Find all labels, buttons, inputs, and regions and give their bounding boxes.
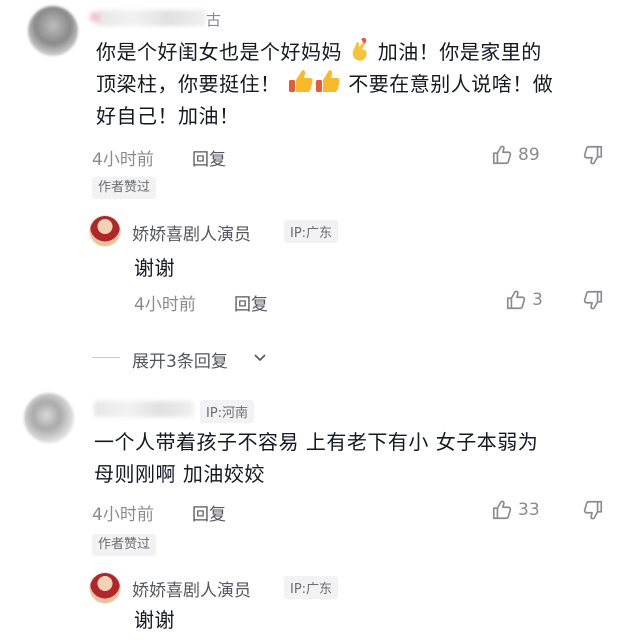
chevron-down-icon[interactable] xyxy=(252,350,268,366)
reply-text: 谢谢 xyxy=(134,256,175,280)
like-count-2: 33 xyxy=(518,500,540,520)
reply-author-name[interactable]: 娇娇喜剧人演员 xyxy=(132,220,251,245)
comment-line-2: 顶梁柱，你要挺住！ 不要在意别人说啥！做 xyxy=(96,68,616,100)
commenter-name-suffix: 古 xyxy=(206,11,222,29)
reply-ip-badge: IP:广东 xyxy=(284,220,339,243)
like-count: 89 xyxy=(518,145,540,165)
reply-button[interactable]: 回复 xyxy=(192,145,226,170)
thumbs-up-emoji-icon xyxy=(289,70,340,92)
reply-author-name-2[interactable]: 娇娇喜剧人演员 xyxy=(132,576,251,601)
reply-dislike-icon[interactable] xyxy=(582,289,604,311)
comment-line-3: 好自己！加油！ xyxy=(96,104,240,128)
comment-text: 你是个好闺女也是个好妈妈 加油！你是家里的 顶梁柱，你要挺住！ 不要在意别人说啥… xyxy=(96,36,616,132)
expand-replies-button[interactable]: 展开3条回复 xyxy=(132,347,228,372)
comment-text-2: 一个人带着孩子不容易 上有老下有小 女子本弱为 母则刚啊 加油姣姣 xyxy=(94,426,619,490)
reply-avatar-2[interactable] xyxy=(90,573,120,603)
like-icon[interactable] xyxy=(491,144,513,166)
reply-like-count: 3 xyxy=(532,290,543,310)
name-badge-icon xyxy=(90,12,100,22)
dislike-icon[interactable] xyxy=(582,144,604,166)
author-liked-badge: 作者赞过 xyxy=(92,177,157,199)
comment-2-line-1: 一个人带着孩子不容易 上有老下有小 女子本弱为 xyxy=(94,430,539,454)
commenter-name-blurred-2[interactable] xyxy=(94,401,194,417)
commenter-avatar[interactable] xyxy=(28,6,78,56)
comment-2-line-2: 母则刚啊 加油姣姣 xyxy=(94,462,265,486)
reply-reply-button[interactable]: 回复 xyxy=(234,290,268,315)
commenter-avatar-2[interactable] xyxy=(24,393,74,443)
reply-avatar[interactable] xyxy=(90,216,120,246)
finger-heart-emoji-icon xyxy=(352,38,367,61)
comment-line-1: 你是个好闺女也是个好妈妈 加油！你是家里的 xyxy=(96,38,542,64)
reply-text-2: 谢谢 xyxy=(134,608,175,632)
dislike-icon-2[interactable] xyxy=(582,499,604,521)
reply-ip-badge-2: IP:广东 xyxy=(284,576,339,599)
like-icon-2[interactable] xyxy=(491,499,513,521)
comment-time: 4小时前 xyxy=(92,150,154,170)
reply-button-2[interactable]: 回复 xyxy=(192,500,226,525)
reply-time: 4小时前 xyxy=(134,295,196,315)
comment-time-2: 4小时前 xyxy=(92,505,154,525)
commenter-name-blurred[interactable] xyxy=(90,10,206,26)
author-liked-badge-2: 作者赞过 xyxy=(92,534,157,556)
commenter-ip-badge-2: IP:河南 xyxy=(200,400,255,423)
expand-divider xyxy=(92,357,120,358)
reply-like-icon[interactable] xyxy=(505,289,527,311)
